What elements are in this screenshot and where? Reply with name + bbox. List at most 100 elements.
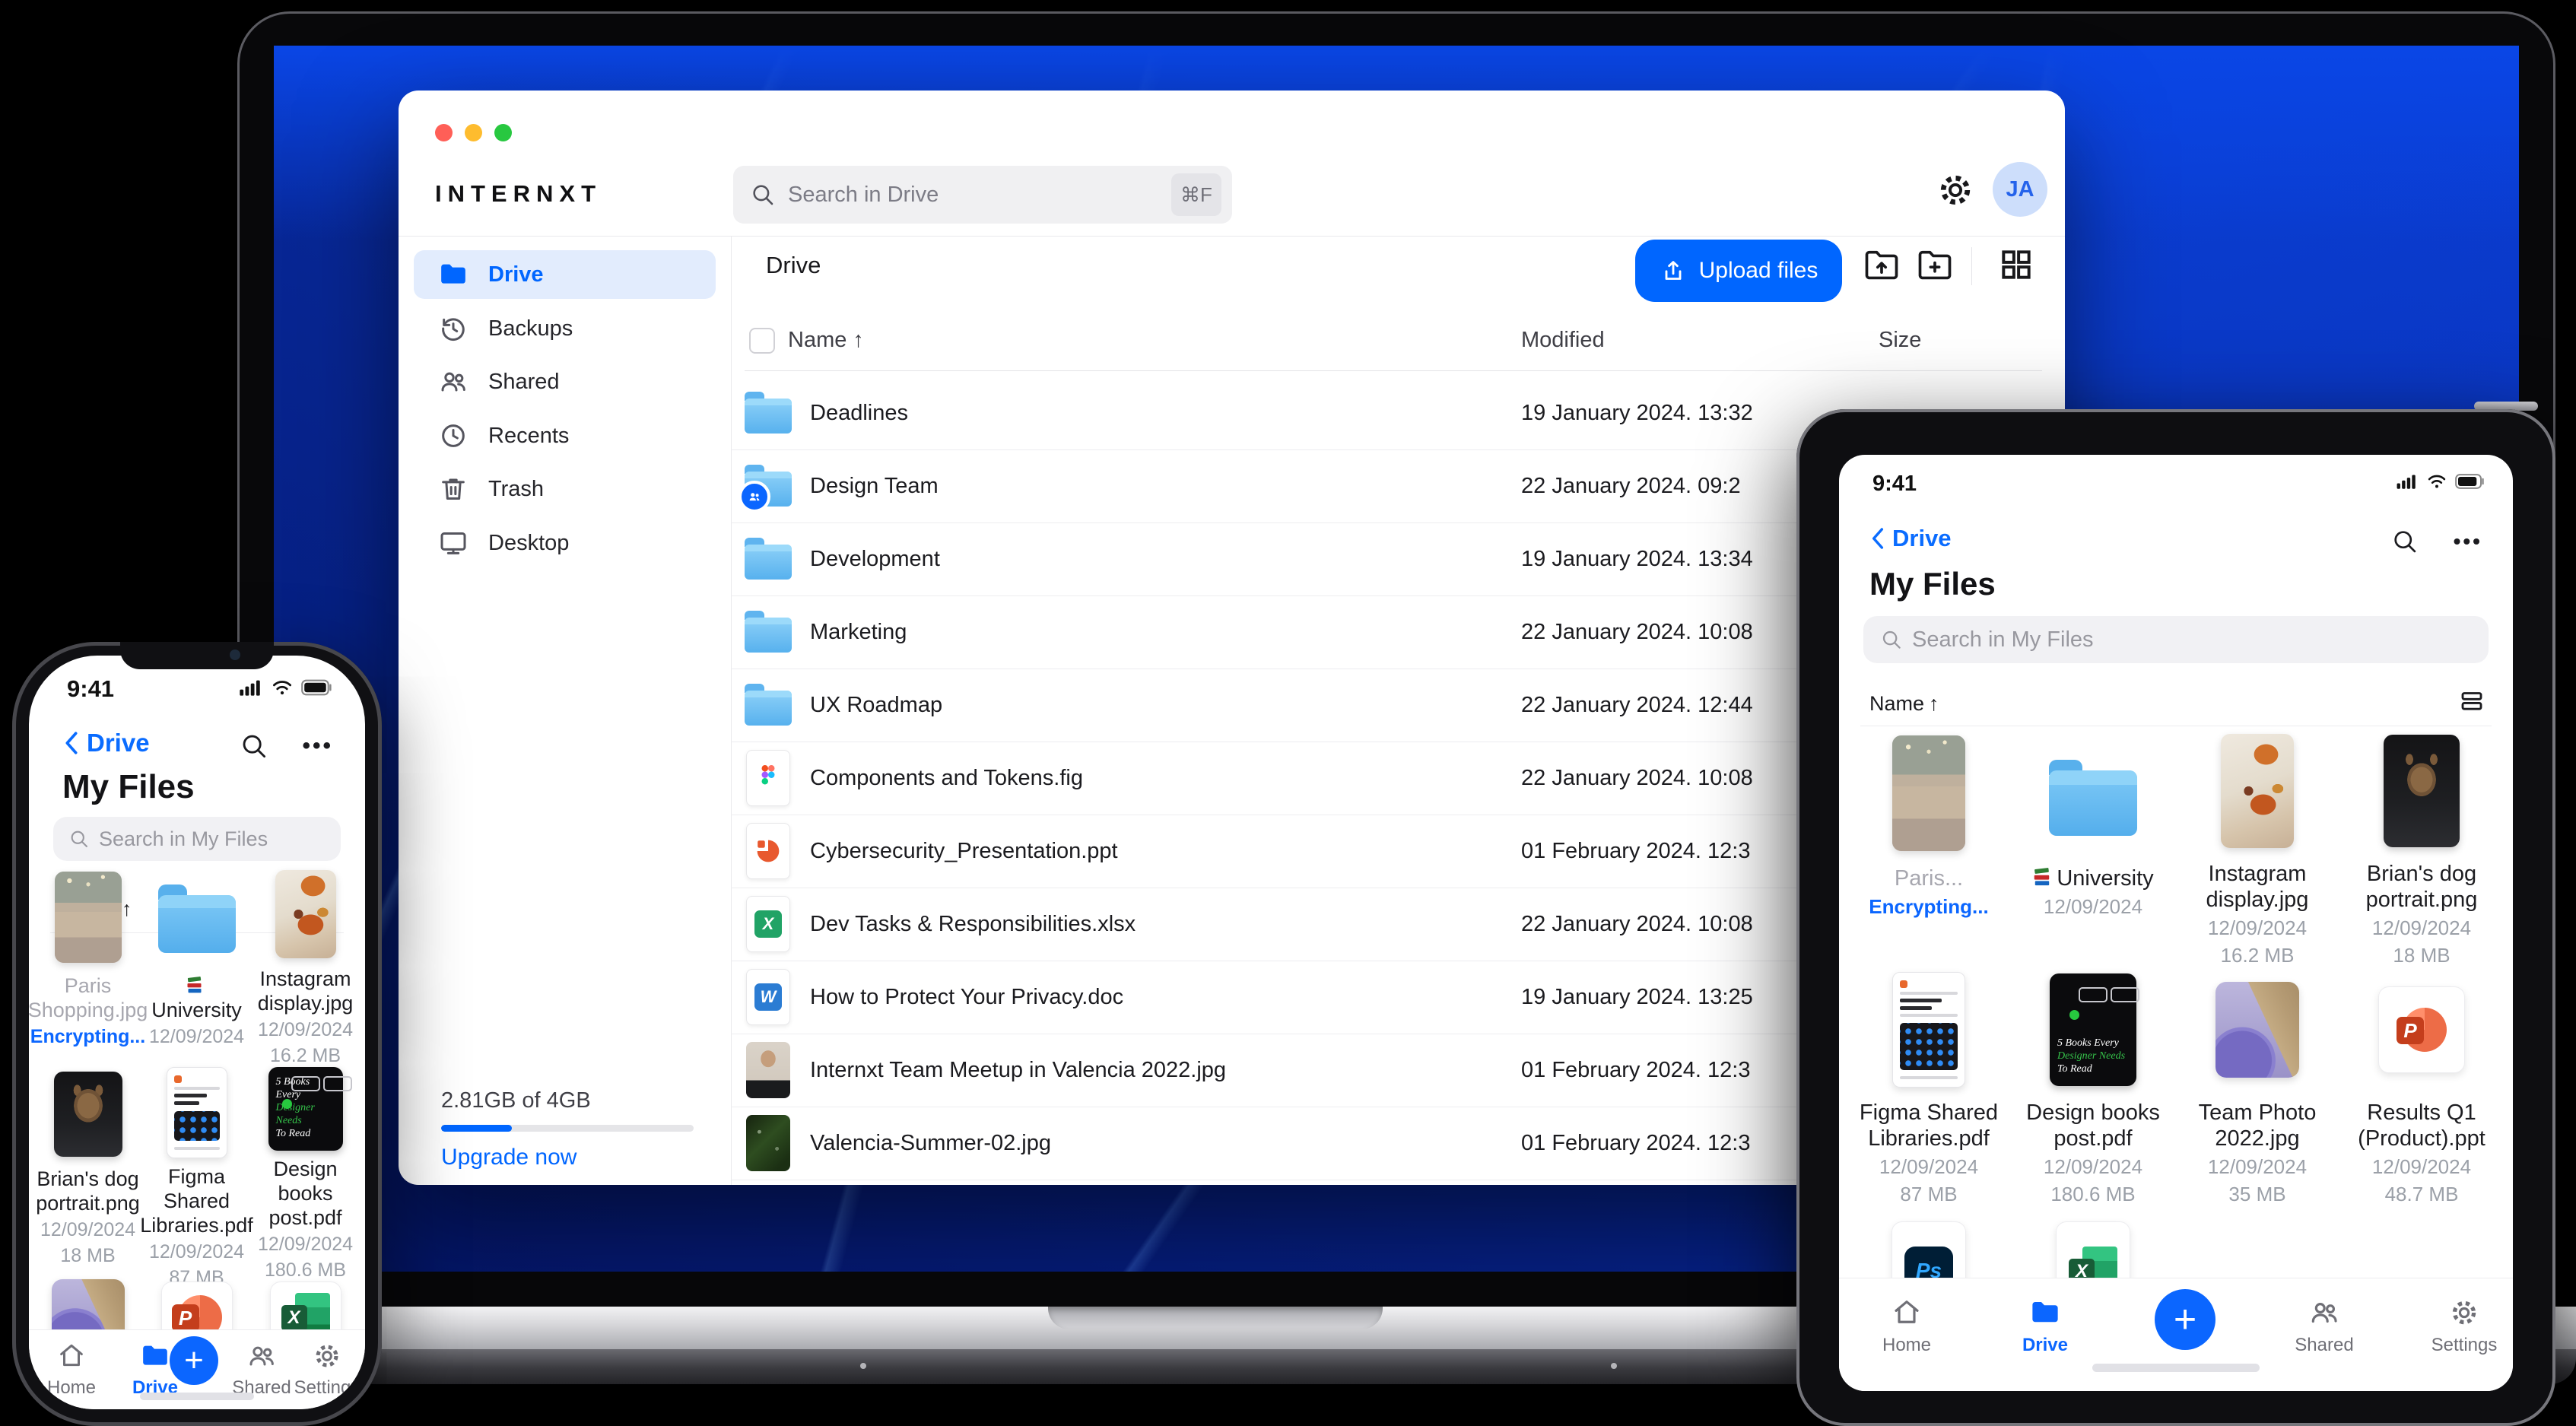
column-header-name[interactable]: Name ↑ xyxy=(788,328,864,353)
keyboard-shortcut-badge: ⌘F xyxy=(1171,173,1221,216)
upload-files-button[interactable]: Upload files xyxy=(1635,240,1842,302)
chevron-left-icon xyxy=(1872,528,1884,549)
file-cell[interactable]: Figma Shared Libraries.pdf 12/09/2024 87… xyxy=(1847,967,2011,1206)
backup-history-icon xyxy=(442,318,465,341)
books-emoji-icon xyxy=(2034,868,2050,886)
status-icons xyxy=(2396,473,2485,490)
status-time: 9:41 xyxy=(1872,472,1917,496)
gear-icon xyxy=(2452,1301,2476,1325)
internxt-logo: INTERNXT xyxy=(435,180,602,207)
search-input[interactable]: Search in My Files xyxy=(53,817,341,861)
sidebar-item-desktop[interactable]: Desktop xyxy=(414,519,716,567)
photo-thumbnail xyxy=(275,869,336,958)
home-icon xyxy=(60,1344,83,1367)
books-emoji-icon xyxy=(187,977,201,993)
user-avatar[interactable]: JA xyxy=(1993,162,2047,217)
settings-gear-icon[interactable] xyxy=(1936,171,1974,209)
photo-thumbnail xyxy=(743,1107,793,1180)
search-icon xyxy=(1882,630,1901,649)
file-cell[interactable]: Paris... Encrypting... xyxy=(1847,729,2011,967)
wifi-icon xyxy=(273,681,291,695)
file-cell[interactable]: Brian's dog portrait.png 12/09/2024 18 M… xyxy=(33,1067,142,1267)
clock-icon xyxy=(442,424,465,447)
select-all-checkbox[interactable] xyxy=(749,328,775,354)
wifi-icon xyxy=(2428,475,2446,488)
nav-home[interactable]: Home xyxy=(1872,1297,1941,1356)
sort-by-name[interactable]: Name↑ xyxy=(1869,692,1939,716)
file-cell[interactable]: 5 Books Every Designer Needs To Read Desig… xyxy=(2011,967,2175,1206)
close-window-icon[interactable] xyxy=(435,124,453,141)
nav-settings[interactable]: Settings xyxy=(2430,1297,2498,1356)
back-button[interactable]: Drive xyxy=(62,729,150,757)
photo-thumbnail xyxy=(2221,734,2294,848)
folder-cell[interactable]: University 12/09/2024 xyxy=(2011,729,2175,967)
search-input[interactable]: Search in My Files xyxy=(1863,616,2489,663)
monitor-icon xyxy=(440,532,466,554)
header-actions: ••• xyxy=(2391,528,2482,555)
people-icon xyxy=(2311,1303,2337,1323)
folder-icon xyxy=(2049,760,2137,836)
new-folder-icon[interactable] xyxy=(1915,246,1955,285)
folder-icon xyxy=(743,376,793,449)
nav-settings[interactable]: Settings xyxy=(294,1341,361,1399)
status-icons xyxy=(239,678,333,697)
file-cell[interactable]: Paris Shopping.jpg Encrypting... xyxy=(29,867,148,1067)
home-indicator[interactable] xyxy=(2092,1364,2260,1372)
signal-icon xyxy=(240,680,260,696)
book-cover-thumbnail: 5 Books Every Designer Needs To Read xyxy=(2050,973,2139,1086)
sidebar-item-recents[interactable]: Recents xyxy=(414,411,716,460)
column-header-modified[interactable]: Modified xyxy=(1521,328,1605,353)
search-icon xyxy=(71,831,87,847)
back-button[interactable]: Drive xyxy=(1869,525,1952,552)
minimize-window-icon[interactable] xyxy=(465,124,482,141)
book-cover-thumbnail: 5 Books Every Designer Needs To Read xyxy=(268,1067,352,1151)
folder-icon xyxy=(441,264,465,284)
search-icon[interactable] xyxy=(240,732,268,761)
nav-shared[interactable]: Shared xyxy=(228,1341,295,1399)
sidebar-item-label: Recents xyxy=(488,423,570,448)
file-cell[interactable]: Team Photo 2022.jpg 12/09/2024 35 MB xyxy=(2175,967,2339,1206)
search-icon[interactable] xyxy=(2391,528,2419,555)
sidebar-item-shared[interactable]: Shared xyxy=(414,357,716,406)
file-cell[interactable]: Brian's dog portrait.png 12/09/2024 18 M… xyxy=(2339,729,2504,967)
sidebar-item-label: Backups xyxy=(488,316,573,341)
more-menu-icon[interactable]: ••• xyxy=(302,733,333,759)
list-view-toggle-icon[interactable] xyxy=(2458,688,2485,715)
drive-search-input[interactable]: Search in Drive ⌘F xyxy=(733,166,1232,224)
file-cell[interactable]: 5 Books Every Designer Needs To Read Desig… xyxy=(251,1067,360,1281)
screw-dot xyxy=(1611,1363,1617,1369)
add-button[interactable]: + xyxy=(170,1336,218,1385)
column-header-size[interactable]: Size xyxy=(1879,328,1921,353)
encrypting-status: Encrypting... xyxy=(1869,895,1989,918)
sidebar-item-trash[interactable]: Trash xyxy=(414,465,716,513)
sidebar-item-drive[interactable]: Drive xyxy=(414,250,716,299)
zoom-window-icon[interactable] xyxy=(494,124,512,141)
more-menu-icon[interactable]: ••• xyxy=(2454,529,2482,554)
file-cell[interactable]: Instagram display.jpg 12/09/2024 16.2 MB xyxy=(2175,729,2339,967)
folder-icon xyxy=(743,595,793,669)
upgrade-now-link[interactable]: Upgrade now xyxy=(441,1145,577,1170)
window-controls[interactable] xyxy=(435,124,512,141)
file-cell[interactable]: Figma Shared Libraries.pdf 12/09/2024 87… xyxy=(140,1067,253,1288)
ipad-device: 9:41 Drive ••• My Files Search in My Fil… xyxy=(1796,409,2555,1426)
sort-arrow-icon: ↑ xyxy=(1929,692,1939,715)
add-button[interactable]: + xyxy=(2155,1289,2215,1350)
photo-thumbnail xyxy=(54,872,122,963)
file-cell[interactable]: Instagram display.jpg 12/09/2024 16.2 MB xyxy=(251,867,360,1067)
sidebar-item-label: Shared xyxy=(488,369,560,394)
iphone-device: 9:41 Drive ••• My Files Search in My Fil… xyxy=(12,642,382,1426)
nav-drive[interactable]: Drive xyxy=(2011,1297,2079,1356)
storage-progress-bar xyxy=(441,1125,694,1132)
folder-cell[interactable]: University 12/09/2024 xyxy=(142,867,251,1067)
photo-thumbnail xyxy=(2384,735,2460,847)
grid-view-icon[interactable] xyxy=(1997,246,2035,284)
nav-shared[interactable]: Shared xyxy=(2290,1297,2358,1356)
nav-home[interactable]: Home xyxy=(38,1341,105,1399)
home-indicator[interactable] xyxy=(140,1393,254,1400)
photo-thumbnail xyxy=(743,1034,793,1107)
file-cell[interactable]: P Results Q1 (Product).ppt 12/09/2024 48… xyxy=(2339,967,2504,1206)
upload-folder-icon[interactable] xyxy=(1862,246,1901,285)
powerpoint-file-icon xyxy=(743,815,793,888)
sidebar-item-backups[interactable]: Backups xyxy=(414,304,716,353)
search-placeholder: Search in Drive xyxy=(788,182,939,207)
